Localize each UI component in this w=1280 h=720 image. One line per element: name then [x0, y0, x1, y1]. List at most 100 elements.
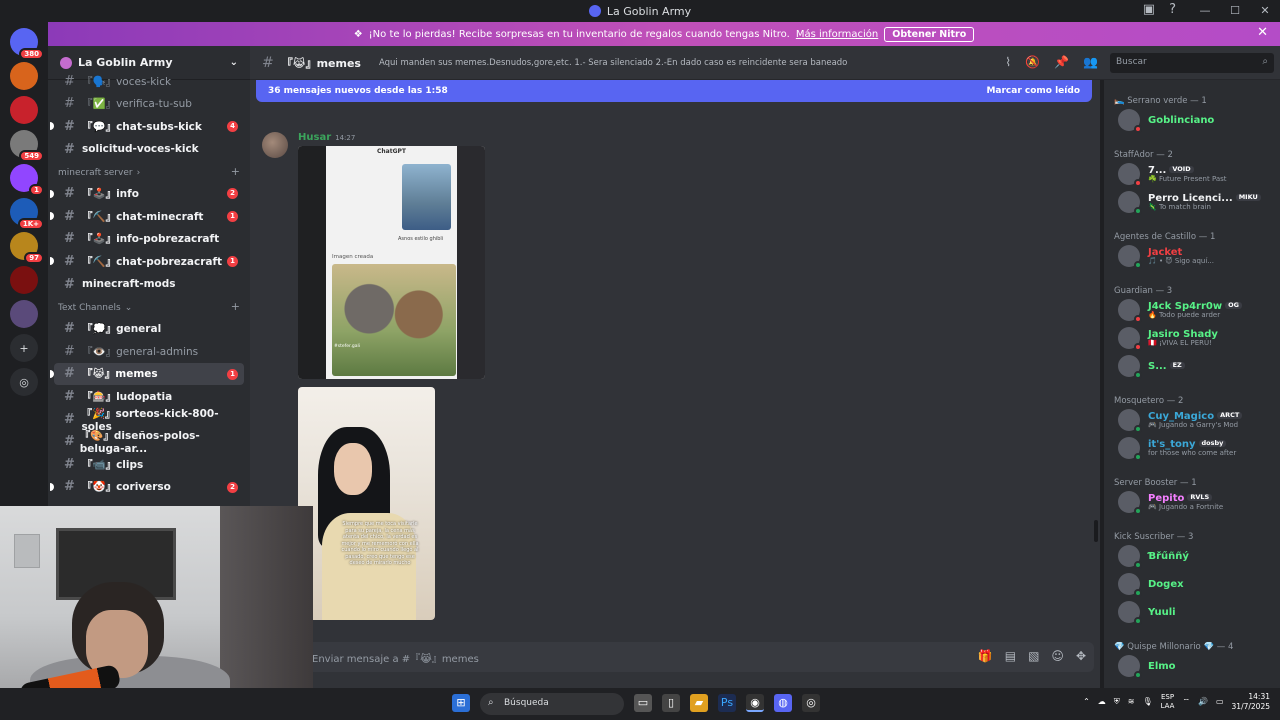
channel-item[interactable]: # 『😹』memes 1: [50, 362, 244, 386]
channel-item[interactable]: # 『⛏️』chat-pobrezacraft 1: [50, 250, 244, 273]
minimize-icon[interactable]: —: [1190, 0, 1220, 22]
gift-icon[interactable]: 🎁: [978, 649, 993, 663]
member-item[interactable]: Goblinciano: [1104, 106, 1280, 134]
nitro-more-info-link[interactable]: Más información: [796, 29, 878, 40]
server-icon[interactable]: 549: [10, 130, 44, 162]
microphone-icon[interactable]: 🎙: [1142, 697, 1152, 706]
task-view-icon[interactable]: ▭: [634, 694, 652, 712]
app-icon[interactable]: ◎: [802, 694, 820, 712]
shield-icon[interactable]: ⛨: [1114, 697, 1120, 707]
file-explorer-icon[interactable]: ▰: [690, 694, 708, 712]
server-icon[interactable]: 1: [10, 164, 44, 196]
message-author[interactable]: Husar 14:27: [298, 132, 355, 143]
photoshop-icon[interactable]: Ps: [718, 694, 736, 712]
channel-item[interactable]: # 『✅』verifica-tu-sub: [54, 93, 244, 116]
channel-item[interactable]: # 『⛏️』chat-minecraft 1: [50, 205, 244, 228]
category-minecraft-server[interactable]: minecraft server › +: [48, 160, 250, 182]
member-item[interactable]: Dogex: [1104, 570, 1280, 598]
pin-icon[interactable]: 📌: [1054, 55, 1069, 69]
app-icon[interactable]: ▯: [662, 694, 680, 712]
member-item[interactable]: Ɓřűññý: [1104, 542, 1280, 570]
member-item[interactable]: Cuy_Magico ARCT 🎮 Jugando a Garry's Mod: [1104, 406, 1280, 434]
channel-item[interactable]: # solicitud-voces-kick: [54, 138, 244, 161]
gif-icon[interactable]: ▤: [1005, 649, 1016, 663]
member-item[interactable]: Jacket 🎵 • 😈 Sigo aquí...: [1104, 242, 1280, 270]
channel-item[interactable]: # 『🎰』ludopatia: [54, 385, 244, 408]
discover-icon[interactable]: ◎: [10, 368, 38, 396]
member-item[interactable]: 7... VOID ☘️ Future Present Past: [1104, 160, 1280, 188]
channel-item[interactable]: # 『🤡』coriverso 2: [50, 476, 244, 499]
chrome-icon[interactable]: ◉: [746, 694, 764, 712]
battery-icon[interactable]: ▭: [1216, 697, 1224, 706]
taskbar-clock[interactable]: 14:31 31/7/2025: [1232, 692, 1270, 712]
server-icon[interactable]: [10, 266, 38, 294]
search-input[interactable]: Buscar ⌕: [1110, 53, 1274, 73]
member-item[interactable]: J4ck Sp4rr0w OG 🔥 Todo puede arder: [1104, 296, 1280, 324]
channel-item[interactable]: # 『📹』clips: [54, 453, 244, 476]
maximize-icon[interactable]: ☐: [1220, 0, 1250, 22]
wifi-icon[interactable]: ⌔: [1182, 697, 1190, 707]
discord-icon[interactable]: ◍: [774, 694, 792, 712]
close-window-icon[interactable]: ✕: [1250, 0, 1280, 22]
channel-item[interactable]: # 『🎨』diseños-polos-beluga-ar...: [54, 430, 244, 455]
channel-item[interactable]: # 『👁️』general-admins: [54, 340, 244, 363]
member-item[interactable]: S... EZ: [1104, 352, 1280, 380]
member-list: 🛌 Serrano verde — 1 Goblinciano StaffAdor …: [1104, 80, 1280, 688]
author-name[interactable]: Husar: [298, 132, 331, 143]
member-item[interactable]: Jasiro Shady 🇵🇪 ¡VIVA EL PERÚ!: [1104, 324, 1280, 352]
category-text-channels[interactable]: Text Channels ⌄ +: [48, 295, 250, 317]
avatar[interactable]: [262, 132, 288, 158]
presence-indicator: [1134, 671, 1142, 679]
attachment-image-1[interactable]: ChatGPT Asnos estilo ghibli Imagen cread…: [298, 146, 485, 379]
server-icon[interactable]: 380: [10, 28, 44, 60]
member-item[interactable]: ͏͏it's_tony dosby for those who come after: [1104, 434, 1280, 462]
channel-item[interactable]: # 『🗣️』voces-kick: [54, 70, 244, 93]
inbox-icon[interactable]: ▣: [1143, 2, 1155, 17]
cloud-icon[interactable]: ☁: [1098, 697, 1106, 706]
sticker-icon[interactable]: ▧: [1028, 649, 1039, 663]
notifications-muted-icon[interactable]: 🔕: [1025, 55, 1040, 69]
taskbar-search[interactable]: ⌕ Búsqueda: [480, 693, 624, 715]
member-item[interactable]: Elmo: [1104, 652, 1280, 680]
channel-item[interactable]: # 『🕹️』info-pobrezacraft: [54, 228, 244, 251]
member-list-icon[interactable]: 👥: [1083, 55, 1098, 69]
presence-indicator: [1134, 371, 1142, 379]
chevron-up-icon[interactable]: ⌃: [1083, 697, 1090, 706]
server-icon[interactable]: [10, 62, 38, 90]
taskbar-apps: ⊞: [452, 694, 470, 712]
network-icon[interactable]: ≋: [1128, 697, 1135, 706]
emoji-icon[interactable]: ☺: [1051, 649, 1064, 663]
message-input[interactable]: Enviar mensaje a #『😹』memes 🎁 ▤ ▧ ☺ ✥: [264, 642, 1094, 672]
mark-as-read-button[interactable]: Marcar como leído: [986, 86, 1080, 96]
server-icon[interactable]: [10, 96, 38, 124]
message-list[interactable]: 36 mensajes nuevos desde las 1:58 Marcar…: [250, 80, 1100, 640]
get-nitro-button[interactable]: Obtener Nitro: [884, 26, 975, 42]
help-icon[interactable]: ?: [1169, 2, 1176, 17]
new-messages-bar[interactable]: 36 mensajes nuevos desde las 1:58 Marcar…: [256, 80, 1092, 102]
add-channel-icon[interactable]: +: [231, 165, 240, 178]
add-server-icon[interactable]: +: [10, 334, 38, 362]
channel-item[interactable]: # 『🕹️』info 2: [50, 182, 244, 205]
threads-icon[interactable]: ⌇: [1005, 55, 1011, 69]
member-item[interactable]: Yuuli: [1104, 598, 1280, 626]
server-icon[interactable]: [10, 300, 38, 328]
member-item[interactable]: Perro Licenci... MIKU 🦎 To match brain: [1104, 188, 1280, 216]
apps-icon[interactable]: ✥: [1076, 649, 1086, 663]
close-icon[interactable]: ✕: [1257, 25, 1268, 40]
attachment-image-2[interactable]: Siempre que me toca visitarle para su pa…: [298, 387, 435, 620]
windows-start-icon[interactable]: ⊞: [452, 694, 470, 712]
volume-icon[interactable]: 🔊: [1198, 697, 1208, 706]
channel-item[interactable]: # minecraft-mods: [54, 273, 244, 296]
channel-item[interactable]: # 『💭』general: [54, 317, 244, 340]
add-channel-icon[interactable]: +: [231, 300, 240, 313]
server-icon[interactable]: 1K+: [10, 198, 44, 230]
member-item[interactable]: Pepito RVLS 🎮 Jugando a Fortnite: [1104, 488, 1280, 516]
channel-item[interactable]: # 『💬』chat-subs-kick 4: [50, 115, 244, 138]
scrollbar-thumb[interactable]: [1094, 520, 1098, 542]
language-indicator[interactable]: ESP LAA: [1161, 693, 1175, 711]
channel-item[interactable]: # 『🎉』sorteos-kick-800-soles: [54, 408, 244, 433]
header-toolbar: ⌇ 🔕 📌 👥: [1005, 55, 1098, 69]
channel-topic[interactable]: Aqui manden sus memes.Desnudos,gore,etc.…: [379, 58, 847, 68]
member-name: Elmo: [1148, 660, 1176, 672]
server-icon[interactable]: 97: [10, 232, 44, 264]
